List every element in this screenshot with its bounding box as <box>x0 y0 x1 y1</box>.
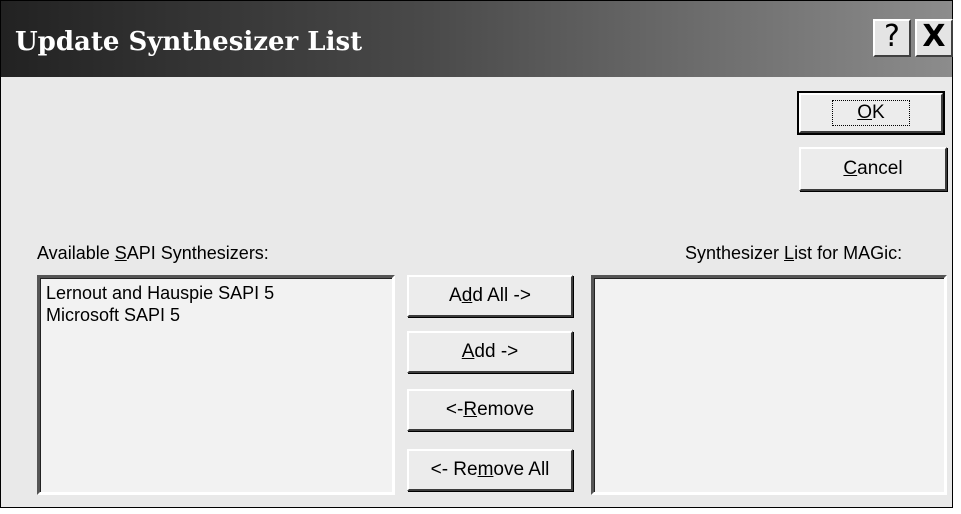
ok-button-focus: OK <box>832 100 910 126</box>
ok-button[interactable]: OK <box>797 91 945 135</box>
dialog-title: Update Synthesizer List <box>15 27 363 57</box>
add-all-button[interactable]: Add All -> <box>407 275 573 317</box>
available-list-label: Available SAPI Synthesizers: <box>37 243 269 263</box>
remove-button[interactable]: <- Remove <box>407 389 573 431</box>
list-item[interactable]: Microsoft SAPI 5 <box>40 304 392 326</box>
add-button[interactable]: Add -> <box>407 331 573 373</box>
help-icon: ? <box>884 19 900 54</box>
list-item[interactable]: Lernout and Hauspie SAPI 5 <box>40 282 392 304</box>
available-synthesizers-list[interactable]: Lernout and Hauspie SAPI 5 Microsoft SAP… <box>37 275 395 495</box>
close-icon: X <box>922 19 946 54</box>
cancel-button[interactable]: Cancel <box>799 147 947 191</box>
title-bar[interactable]: Update Synthesizer List ? X <box>1 1 953 77</box>
help-button[interactable]: ? <box>873 19 911 57</box>
selected-list-label: Synthesizer List for MAGic: <box>685 243 903 263</box>
close-button[interactable]: X <box>915 19 953 57</box>
remove-all-button[interactable]: <- Re m ove All <box>407 449 573 491</box>
dialog-window: Update Synthesizer List ? X OK Cancel Av… <box>0 0 953 508</box>
synthesizer-list-for-magic[interactable] <box>591 275 947 495</box>
